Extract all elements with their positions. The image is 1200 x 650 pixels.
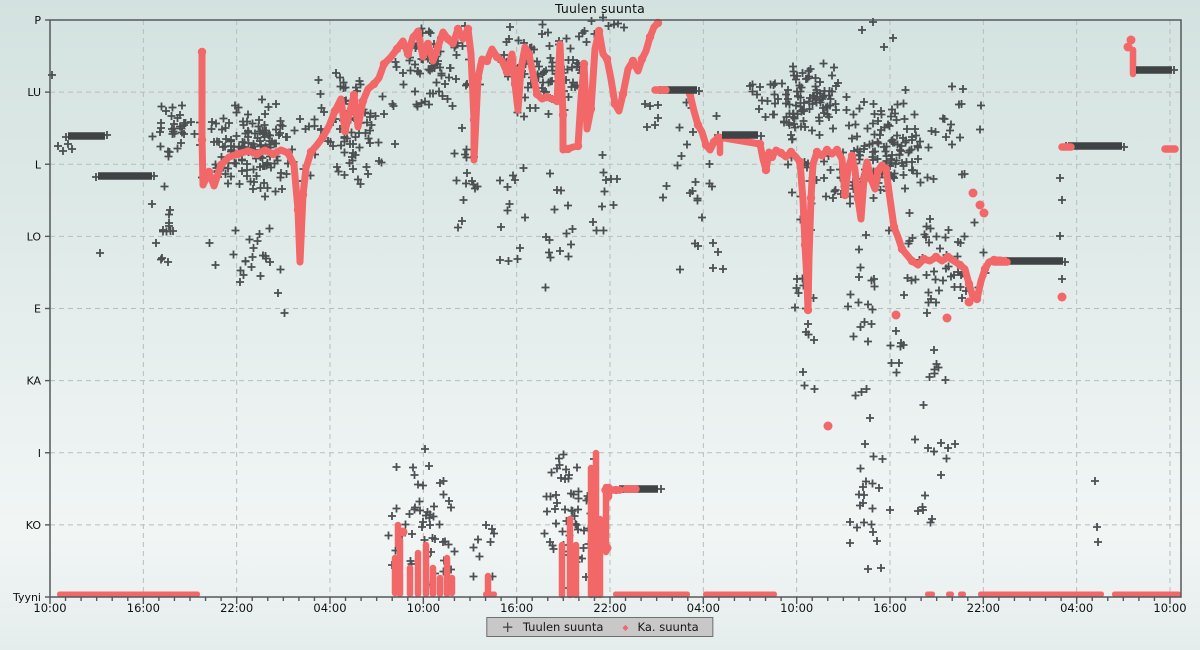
- y-tick-label: LO: [27, 230, 42, 243]
- x-tick-label: 22:00: [593, 601, 626, 615]
- y-tick-label: Tyyni: [12, 591, 41, 604]
- diamond-marker-icon: ◆: [622, 623, 628, 632]
- y-tick-label: E: [34, 303, 41, 316]
- y-tick-label: I: [38, 447, 41, 460]
- y-axis-labels: P LU L LO E KA I KO Tyyni: [12, 14, 42, 604]
- y-tick-label: KO: [26, 519, 42, 532]
- legend-label-wind: Tuulen suunta: [523, 620, 613, 634]
- x-tick-label: 22:00: [220, 601, 253, 615]
- avg-direction-series: [57, 19, 1181, 597]
- x-tick-label: 16:00: [873, 601, 906, 615]
- x-tick-label: 10:00: [780, 601, 813, 615]
- x-tick-label: 16:00: [127, 601, 160, 615]
- y-tick-label: LU: [27, 86, 41, 99]
- legend-label-avg: Ka. suunta: [638, 620, 699, 634]
- x-tick-label: 04:00: [687, 601, 720, 615]
- x-tick-label: 04:00: [1060, 601, 1093, 615]
- y-tick-label: L: [35, 158, 42, 171]
- chart-canvas: 10:00 16:00 22:00 04:00 10:00 16:00 22:00 04:00…: [0, 0, 1200, 650]
- y-tick-label: KA: [26, 375, 41, 388]
- x-tick-label: 10:00: [1153, 601, 1186, 615]
- wind-direction-chart: Tuulen suunta 10:0016:0022:0004:0010:001…: [0, 0, 1200, 650]
- plus-marker-icon: +: [501, 622, 514, 632]
- x-axis-labels: 10:00 16:00 22:00 04:00 10:00 16:00 22:00 04:00…: [33, 601, 1186, 615]
- wind-direction-bars: [68, 70, 1172, 489]
- chart-legend: + Tuulen suunta ◆ Ka. suunta: [486, 617, 713, 637]
- x-tick-label: 22:00: [967, 601, 1000, 615]
- x-tick-label: 04:00: [313, 601, 346, 615]
- x-tick-label: 10:00: [407, 601, 440, 615]
- y-tick-label: P: [34, 14, 41, 27]
- x-tick-label: 16:00: [500, 601, 533, 615]
